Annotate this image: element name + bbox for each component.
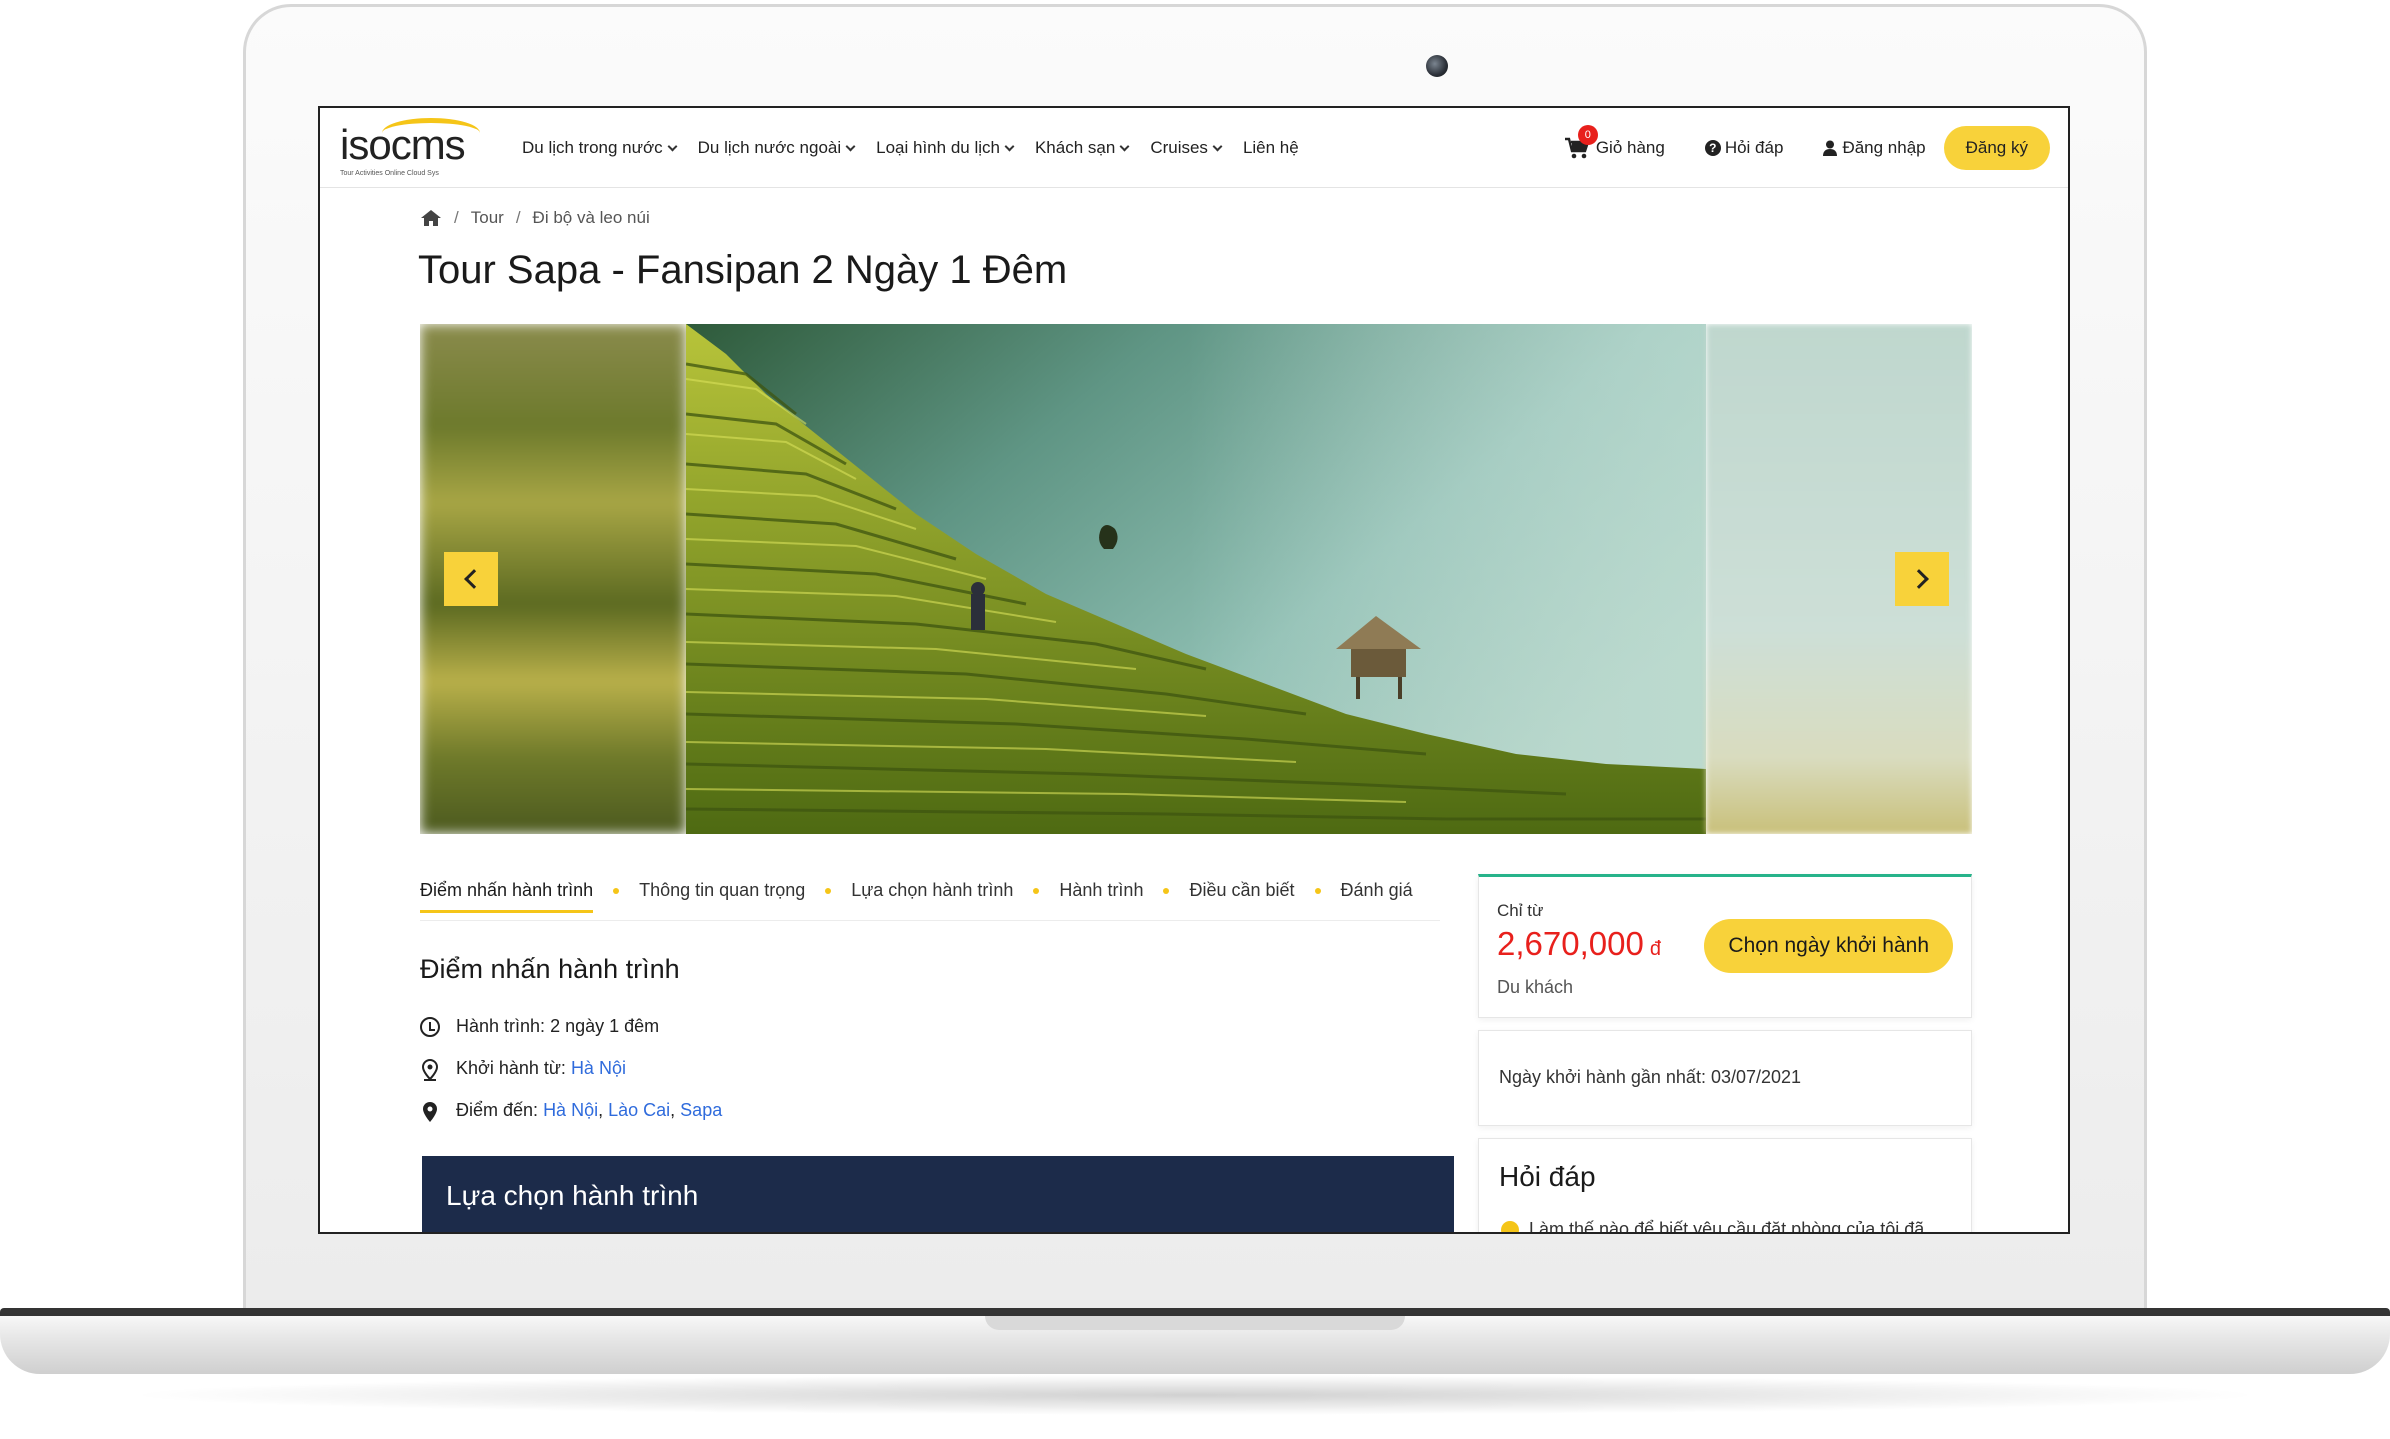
nav-item-cruises[interactable]: Cruises	[1150, 138, 1223, 158]
question-circle-icon: ?	[1704, 140, 1721, 156]
logo-text: isocms	[340, 121, 466, 168]
chevron-down-icon	[845, 141, 856, 151]
chevron-left-icon	[464, 569, 484, 589]
faq-title: Hỏi đáp	[1499, 1161, 1596, 1192]
nav-label: Liên hệ	[1242, 138, 1299, 157]
laptop-hinge	[0, 1308, 2390, 1316]
cart-label: Giỏ hàng	[1595, 138, 1665, 157]
nearest-departure-text: Ngày khởi hành gần nhất: 03/07/2021	[1499, 1067, 1802, 1087]
breadcrumb-separator: /	[454, 208, 459, 227]
laptop-notch	[985, 1316, 1405, 1330]
browser-screen: isocms Tour Activities Online Cloud Sys …	[318, 106, 2070, 1234]
tab-separator-dot	[825, 887, 832, 894]
price-amount: 2,670,000	[1497, 925, 1644, 962]
destination-link-laocai[interactable]: Lào Cai	[608, 1100, 670, 1121]
cart-link[interactable]: 0 Giỏ hàng	[1564, 125, 1665, 159]
nav-item-contact[interactable]: Liên hệ	[1243, 138, 1299, 158]
nav-item-domestic[interactable]: Du lịch trong nước	[522, 138, 678, 158]
nav-item-international[interactable]: Du lịch nước ngoài	[697, 138, 856, 158]
nav-label: Du lịch nước ngoài	[697, 138, 842, 157]
price-card: Chỉ từ 2,670,000 đ Du khách Chọn ngày khở…	[1478, 874, 1972, 1018]
gallery-main-image	[685, 324, 1706, 834]
register-button[interactable]: Đăng ký	[1943, 126, 2050, 170]
nearest-departure-card: Ngày khởi hành gần nhất: 03/07/2021	[1478, 1030, 1972, 1126]
tab-highlights[interactable]: Điểm nhấn hành trình	[420, 880, 594, 913]
price-from-label: Chỉ từ	[1497, 901, 1544, 920]
nav-item-tour-types[interactable]: Loại hình du lịch	[876, 138, 1015, 158]
price-unit: Du khách	[1497, 977, 1574, 997]
chevron-down-icon	[667, 141, 678, 151]
nav-label: Cruises	[1150, 138, 1208, 157]
logo-tagline: Tour Activities Online Cloud Sys	[340, 170, 439, 177]
main-nav: Du lịch trong nước Du lịch nước ngoài Lo…	[522, 108, 1321, 188]
chevron-down-icon	[1119, 141, 1130, 151]
breadcrumb-item-category[interactable]: Đi bộ và leo núi	[533, 208, 650, 228]
user-icon	[1823, 140, 1838, 156]
nav-label: Loại hình du lịch	[876, 138, 1000, 157]
departure-link[interactable]: Hà Nội	[571, 1058, 626, 1079]
gallery-prev-button[interactable]	[444, 552, 498, 606]
destination-link-hanoi[interactable]: Hà Nội	[543, 1100, 598, 1121]
destination-label: Điểm đến:	[456, 1100, 539, 1120]
destination-link-sapa[interactable]: Sapa	[680, 1100, 722, 1121]
clock-icon	[420, 1016, 440, 1037]
chevron-right-icon	[1909, 569, 1929, 589]
duration-label: Hành trình:	[456, 1016, 546, 1036]
webcam-icon	[1426, 55, 1448, 77]
faq-card: Hỏi đáp Làm thế nào để biết yêu cầu đặt …	[1478, 1138, 1972, 1234]
breadcrumb: / Tour / Đi bộ và leo núi	[420, 208, 650, 228]
home-icon[interactable]	[420, 209, 442, 227]
nav-label: Khách sạn	[1034, 138, 1116, 157]
chevron-down-icon	[1212, 141, 1223, 151]
cart-icon: 0	[1564, 125, 1598, 159]
itinerary-choice-panel: Lựa chọn hành trình	[422, 1156, 1454, 1232]
departure-label: Khởi hành từ:	[456, 1058, 566, 1078]
page-title: Tour Sapa - Fansipan 2 Ngày 1 Đêm	[418, 248, 1068, 292]
gallery-next-button[interactable]	[1895, 552, 1949, 606]
faq-link[interactable]: ? Hỏi đáp	[1704, 138, 1784, 158]
breadcrumb-item-tour[interactable]: Tour	[471, 208, 504, 228]
destination-row: Điểm đến: Hà Nội, Lào Cai, Sapa	[420, 1100, 722, 1122]
login-label: Đăng nhập	[1842, 138, 1926, 157]
header-actions: 0 Giỏ hàng ? Hỏi đáp Đăng nhập Đăng ký	[1564, 108, 2050, 188]
price-currency: đ	[1649, 938, 1661, 960]
breadcrumb-separator: /	[515, 208, 521, 227]
choose-date-button[interactable]: Chọn ngày khởi hành	[1704, 919, 1953, 973]
cart-count-badge: 0	[1577, 125, 1598, 145]
tab-separator-dot	[1033, 887, 1040, 894]
photo-gallery	[420, 324, 1972, 834]
highlights-title: Điểm nhấn hành trình	[420, 954, 680, 984]
tab-itinerary-options[interactable]: Lựa chọn hành trình	[851, 880, 1013, 913]
tab-separator-dot	[1314, 887, 1321, 894]
tab-separator-dot	[613, 887, 620, 894]
chevron-down-icon	[1004, 141, 1015, 151]
laptop-shadow	[120, 1375, 2270, 1415]
tab-itinerary[interactable]: Hành trình	[1059, 880, 1143, 913]
map-pin-outline-icon	[420, 1058, 440, 1081]
login-link[interactable]: Đăng nhập	[1823, 138, 1926, 158]
nav-item-hotels[interactable]: Khách sạn	[1034, 138, 1130, 158]
duration-row: Hành trình: 2 ngày 1 đêm	[420, 1016, 659, 1037]
detail-tabs: Điểm nhấn hành trình Thông tin quan trọn…	[420, 880, 1413, 913]
price-value: 2,670,000 đ	[1497, 925, 1661, 963]
faq-label: Hỏi đáp	[1724, 138, 1784, 157]
tab-important-info[interactable]: Thông tin quan trọng	[639, 880, 805, 913]
map-pin-icon	[420, 1101, 440, 1122]
tab-separator-dot	[1163, 887, 1170, 894]
duration-value: 2 ngày 1 đêm	[550, 1016, 660, 1036]
site-header: isocms Tour Activities Online Cloud Sys …	[320, 108, 2068, 188]
tab-reviews[interactable]: Đánh giá	[1341, 880, 1413, 913]
faq-question-item[interactable]: Làm thế nào để biết yêu cầu đặt phòng củ…	[1501, 1219, 1925, 1234]
nav-label: Du lịch trong nước	[522, 138, 663, 157]
tabs-divider	[420, 920, 1440, 921]
site-logo[interactable]: isocms Tour Activities Online Cloud Sys	[340, 116, 480, 178]
faq-question-text: Làm thế nào để biết yêu cầu đặt phòng củ…	[1529, 1219, 1925, 1234]
question-dot-icon	[1501, 1220, 1519, 1232]
departure-row: Khởi hành từ: Hà Nội	[420, 1058, 626, 1081]
tab-need-to-know[interactable]: Điều cần biết	[1189, 880, 1294, 913]
itinerary-choice-title: Lựa chọn hành trình	[446, 1180, 699, 1211]
